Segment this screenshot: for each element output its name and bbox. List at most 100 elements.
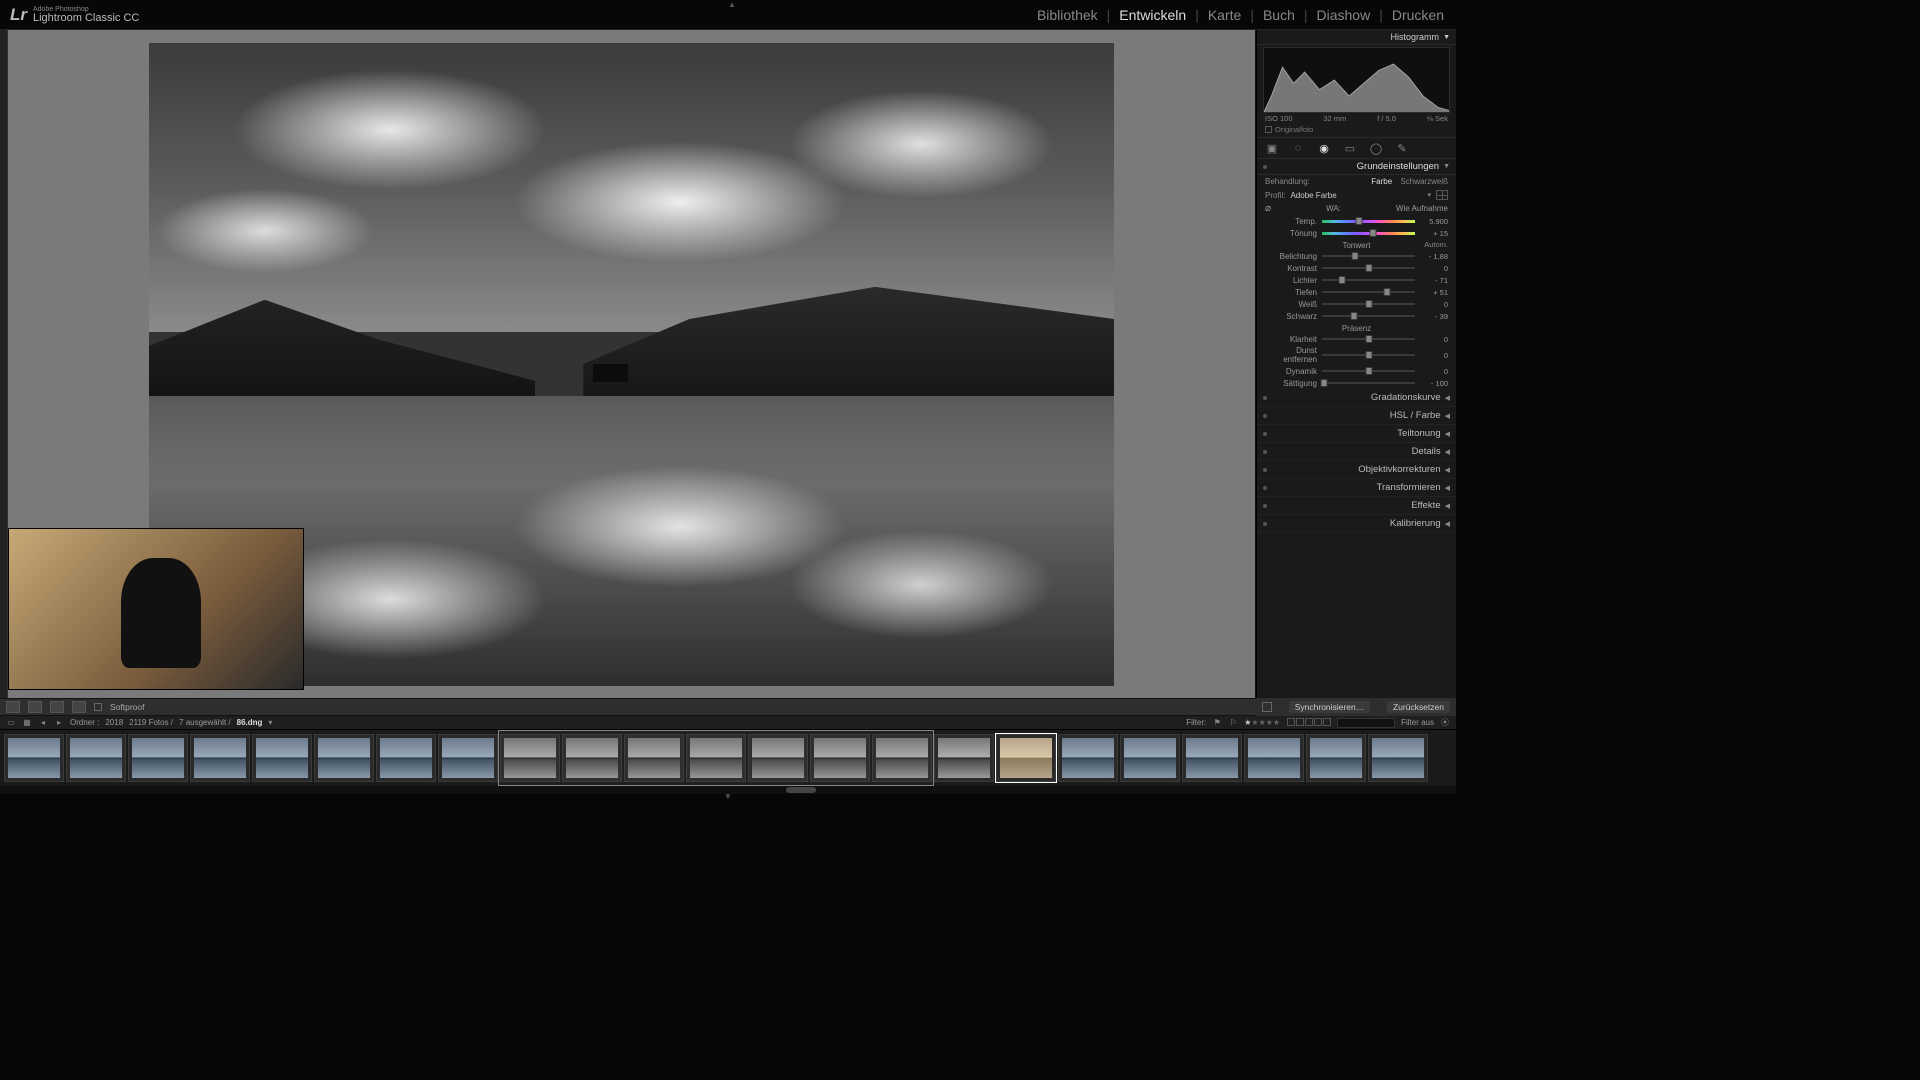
grid-view-icon[interactable]: ▦: [22, 718, 32, 728]
view-grid-icon[interactable]: [72, 701, 86, 713]
rating-filter[interactable]: ★★★★★: [1244, 718, 1280, 727]
canvas-toolbar: Softproof: [0, 698, 1256, 716]
filmstrip-thumb[interactable]: ⋯: [438, 734, 498, 782]
filmstrip-thumb[interactable]: ⋯: [1058, 734, 1118, 782]
module-entwickeln[interactable]: Entwickeln: [1119, 7, 1186, 23]
lr-logo-icon: Lr: [10, 5, 27, 25]
filmstrip-thumb[interactable]: ⋯: [376, 734, 436, 782]
header-collapse-icon[interactable]: ▲: [728, 0, 736, 9]
wb-eyedropper-icon[interactable]: ⌀: [1265, 203, 1271, 214]
aperture-value: f / 5,0: [1377, 114, 1396, 123]
footer-collapse-icon[interactable]: ▼: [0, 794, 1456, 800]
module-diashow[interactable]: Diashow: [1317, 7, 1371, 23]
filmstrip-thumb[interactable]: ⋯: [190, 734, 250, 782]
brand-title: Lightroom Classic CC: [33, 13, 139, 24]
filmstrip-thumb[interactable]: ⋯: [1120, 734, 1180, 782]
filmstrip-info-row: ▭ ▦ ◂ ▸ Ordner : 2018 2119 Fotos / 7 aus…: [0, 716, 1456, 730]
filter-off-label[interactable]: Filter aus: [1401, 718, 1434, 727]
panel-teiltonung[interactable]: Teiltonung◀: [1257, 425, 1456, 443]
module-bibliothek[interactable]: Bibliothek: [1037, 7, 1098, 23]
filmstrip-thumb[interactable]: ⋯: [1306, 734, 1366, 782]
nav-fwd-icon[interactable]: ▸: [54, 718, 64, 728]
folder-label: Ordner :: [70, 718, 99, 727]
profile-browser-icon[interactable]: [1436, 190, 1448, 200]
panel-details[interactable]: Details◀: [1257, 443, 1456, 461]
filmstrip-thumb[interactable]: ⋯: [4, 734, 64, 782]
slider-tint[interactable]: [1322, 228, 1415, 238]
reset-button[interactable]: Zurücksetzen: [1387, 701, 1450, 713]
flag-pick-icon[interactable]: ⚑: [1212, 718, 1222, 728]
panel-effekte[interactable]: Effekte◀: [1257, 497, 1456, 515]
sync-button[interactable]: Synchronisieren…: [1289, 701, 1370, 713]
flag-reject-icon[interactable]: ⚐: [1228, 718, 1238, 728]
slider-blacks[interactable]: [1322, 311, 1415, 321]
canvas-area[interactable]: [8, 30, 1256, 698]
histogram-header[interactable]: Histogramm▼: [1257, 30, 1456, 45]
softproof-label: Softproof: [110, 702, 145, 712]
panel-objektivkorrekturen[interactable]: Objektivkorrekturen◀: [1257, 461, 1456, 479]
histogram-graph[interactable]: [1263, 47, 1450, 113]
slider-contrast[interactable]: [1322, 263, 1415, 273]
color-label-filter[interactable]: [1286, 718, 1331, 728]
slider-exposure[interactable]: [1322, 251, 1415, 261]
selected-count: 7 ausgewählt /: [179, 718, 231, 727]
slider-whites[interactable]: [1322, 299, 1415, 309]
module-karte[interactable]: Karte: [1208, 7, 1241, 23]
filmstrip-thumb[interactable]: ⋯: [1244, 734, 1304, 782]
second-window-icon[interactable]: ▭: [6, 718, 16, 728]
slider-clarity[interactable]: [1322, 334, 1415, 344]
filmstrip-thumb[interactable]: ⋯: [1368, 734, 1428, 782]
panel-gradationskurve[interactable]: Gradationskurve◀: [1257, 389, 1456, 407]
filmstrip-thumb[interactable]: ⋯: [934, 734, 994, 782]
filmstrip-thumb[interactable]: ⋯: [252, 734, 312, 782]
gradient-icon[interactable]: ▭: [1343, 141, 1357, 155]
folder-name[interactable]: 2018: [105, 718, 123, 727]
basic-panel-header[interactable]: Grundeinstellungen▼: [1257, 159, 1456, 175]
filmstrip-selection: [498, 730, 934, 786]
treatment-color[interactable]: Farbe: [1371, 177, 1392, 186]
nav-back-icon[interactable]: ◂: [38, 718, 48, 728]
filter-lock-icon[interactable]: ⦿: [1440, 718, 1450, 728]
view-split-icon[interactable]: [50, 701, 64, 713]
shutter-value: ⅛ Sek: [1427, 114, 1448, 123]
current-filename: 86.dng: [237, 718, 263, 727]
filmstrip[interactable]: ⋯⋯⋯⋯⋯⋯⋯⋯⋯⋯⋯⋯⋯⋯⋯⋯⋯⋯⋯⋯⋯⋯⋯: [0, 730, 1456, 786]
profile-row[interactable]: Profil: Adobe Farbe ▾: [1257, 188, 1456, 202]
panel-hsl-farbe[interactable]: HSL / Farbe◀: [1257, 407, 1456, 425]
filter-preset-dropdown[interactable]: [1337, 718, 1395, 728]
filmstrip-thumb[interactable]: ⋯: [128, 734, 188, 782]
slider-temp[interactable]: [1322, 216, 1415, 226]
slider-vibrance[interactable]: [1322, 366, 1415, 376]
slider-highlights[interactable]: [1322, 275, 1415, 285]
softproof-checkbox[interactable]: [94, 703, 102, 711]
crop-icon[interactable]: ▣: [1265, 141, 1279, 155]
module-buch[interactable]: Buch: [1263, 7, 1295, 23]
slider-shadows[interactable]: [1322, 287, 1415, 297]
slider-saturation[interactable]: [1322, 378, 1415, 388]
filmstrip-thumb[interactable]: ⋯: [314, 734, 374, 782]
filmstrip-thumb[interactable]: ⋯: [996, 734, 1056, 782]
filmstrip-scrollbar[interactable]: [0, 786, 1456, 794]
panel-transformieren[interactable]: Transformieren◀: [1257, 479, 1456, 497]
left-panel-collapsed[interactable]: [0, 30, 8, 698]
auto-tone-button[interactable]: Autom.: [1424, 240, 1448, 249]
view-loupe-icon[interactable]: [6, 701, 20, 713]
redeye-icon[interactable]: ◉: [1317, 141, 1331, 155]
panel-kalibrierung[interactable]: Kalibrierung◀: [1257, 515, 1456, 533]
checkbox-icon[interactable]: [1265, 126, 1272, 133]
toggle-panel-icon[interactable]: [1262, 702, 1272, 712]
develop-right-panel: Histogramm▼ ISO 100 32 mm f / 5,0 ⅛ Sek …: [1256, 30, 1456, 698]
radial-icon[interactable]: ◯: [1369, 141, 1383, 155]
brush-icon[interactable]: ✎: [1395, 141, 1409, 155]
originalfoto-toggle[interactable]: Originalfoto: [1257, 124, 1456, 138]
module-picker: Bibliothek|Entwickeln|Karte|Buch|Diashow…: [1037, 0, 1444, 30]
slider-dehaze[interactable]: [1322, 350, 1415, 360]
develop-action-bar: Synchronisieren… Zurücksetzen: [1256, 698, 1456, 716]
view-before-after-icon[interactable]: [28, 701, 42, 713]
spot-heal-icon[interactable]: ◌: [1291, 141, 1305, 155]
filmstrip-thumb[interactable]: ⋯: [66, 734, 126, 782]
module-drucken[interactable]: Drucken: [1392, 7, 1444, 23]
wb-row[interactable]: ⌀ WA: Wie Aufnahme: [1257, 202, 1456, 215]
treatment-bw[interactable]: Schwarzweiß: [1400, 177, 1448, 186]
filmstrip-thumb[interactable]: ⋯: [1182, 734, 1242, 782]
